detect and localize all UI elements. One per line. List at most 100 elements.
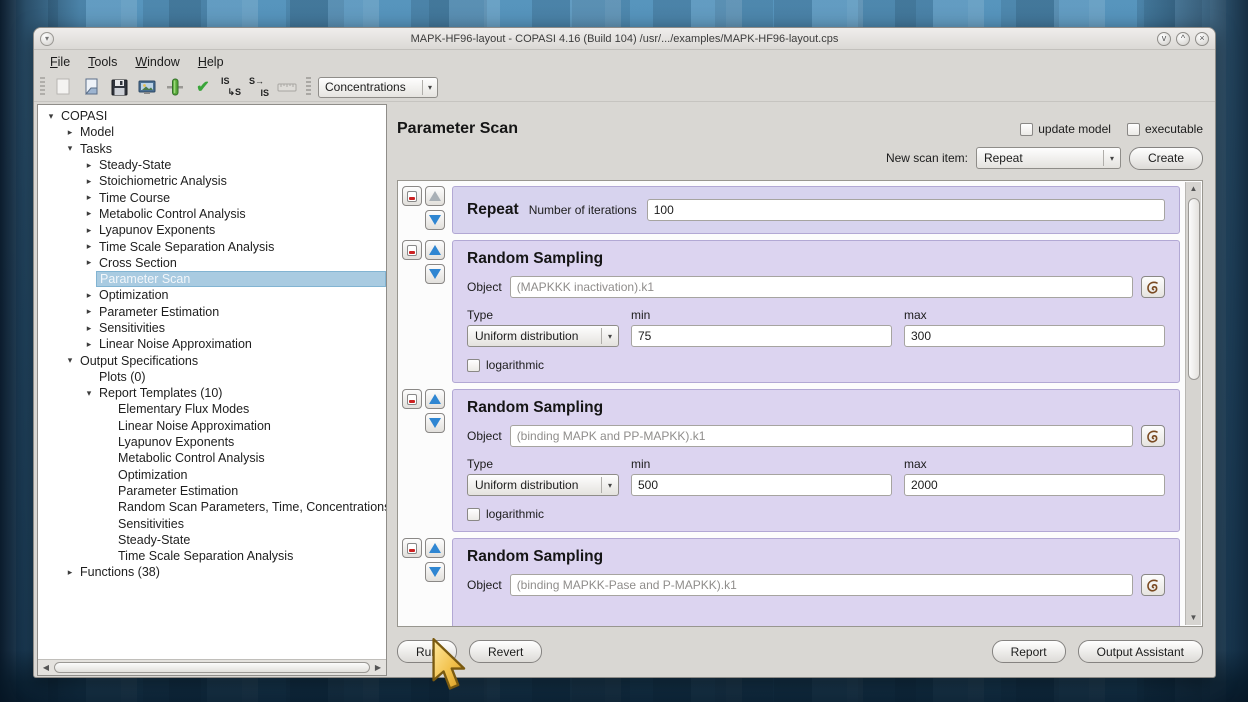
tree-item-copasi[interactable]: ▾COPASI bbox=[38, 108, 386, 124]
tree-item-lyapunov-exponents[interactable]: Lyapunov Exponents bbox=[38, 434, 386, 450]
export-image-icon[interactable] bbox=[135, 76, 159, 98]
scroll-down-icon[interactable]: ▼ bbox=[1190, 611, 1198, 625]
move-up-button[interactable] bbox=[425, 538, 445, 558]
maximize-button[interactable]: ^ bbox=[1176, 32, 1190, 46]
convert-is-to-s-icon[interactable]: IS ↳S bbox=[219, 76, 243, 98]
object-picker-button[interactable] bbox=[1141, 276, 1165, 298]
tree-item-plots-0[interactable]: Plots (0) bbox=[38, 369, 386, 385]
iterations-input[interactable] bbox=[647, 199, 1165, 221]
max-input[interactable] bbox=[904, 474, 1165, 496]
object-input[interactable] bbox=[510, 425, 1133, 447]
remove-item-button[interactable] bbox=[402, 240, 422, 260]
scrollbar-thumb[interactable] bbox=[1188, 198, 1200, 380]
tree-item-lyapunov-exponents[interactable]: ▸Lyapunov Exponents bbox=[38, 222, 386, 238]
tree-item-functions-38[interactable]: ▸Functions (38) bbox=[38, 564, 386, 580]
tree-item-linear-noise-approximation[interactable]: ▸Linear Noise Approximation bbox=[38, 336, 386, 352]
tree-item-model[interactable]: ▸Model bbox=[38, 124, 386, 140]
tree-item-parameter-estimation[interactable]: Parameter Estimation bbox=[38, 483, 386, 499]
distribution-select[interactable]: Uniform distribution ▾ bbox=[467, 474, 619, 496]
shade-button[interactable]: v bbox=[1157, 32, 1171, 46]
remove-item-button[interactable] bbox=[402, 538, 422, 558]
tree-item-time-scale-separation-analysis[interactable]: ▸Time Scale Separation Analysis bbox=[38, 238, 386, 254]
scroll-up-icon[interactable]: ▲ bbox=[1190, 182, 1198, 196]
output-assistant-button[interactable]: Output Assistant bbox=[1078, 640, 1203, 663]
scroll-right-icon[interactable]: ▶ bbox=[372, 663, 384, 672]
view-mode-select[interactable]: Concentrations ▾ bbox=[318, 77, 438, 98]
remove-item-button[interactable] bbox=[402, 389, 422, 409]
tree-item-linear-noise-approximation[interactable]: Linear Noise Approximation bbox=[38, 418, 386, 434]
menu-help[interactable]: Help bbox=[190, 53, 232, 71]
object-picker-button[interactable] bbox=[1141, 574, 1165, 596]
scan-vertical-scrollbar[interactable]: ▲ ▼ bbox=[1185, 182, 1201, 625]
move-up-button[interactable] bbox=[425, 186, 445, 206]
collapse-arrow-icon[interactable]: ▾ bbox=[63, 355, 77, 366]
checkbox-icon[interactable] bbox=[1020, 123, 1033, 136]
tree-item-random-scan-parameters-time-concentrations[interactable]: Random Scan Parameters, Time, Concentrat… bbox=[38, 499, 386, 515]
expand-arrow-icon[interactable]: ▸ bbox=[82, 176, 96, 187]
create-button[interactable]: Create bbox=[1129, 147, 1203, 170]
save-icon[interactable] bbox=[107, 76, 131, 98]
max-input[interactable] bbox=[904, 325, 1165, 347]
tree-item-metabolic-control-analysis[interactable]: ▸Metabolic Control Analysis bbox=[38, 206, 386, 222]
checkbox-icon[interactable] bbox=[467, 508, 480, 521]
new-scan-item-select[interactable]: Repeat ▾ bbox=[976, 147, 1121, 169]
tree-item-optimization[interactable]: ▸Optimization bbox=[38, 287, 386, 303]
tree-item-parameter-estimation[interactable]: ▸Parameter Estimation bbox=[38, 304, 386, 320]
tree-item-optimization[interactable]: Optimization bbox=[38, 467, 386, 483]
min-input[interactable] bbox=[631, 474, 892, 496]
remove-item-button[interactable] bbox=[402, 186, 422, 206]
scrollbar-thumb[interactable] bbox=[54, 662, 370, 673]
revert-button[interactable]: Revert bbox=[469, 640, 542, 663]
checkbox-icon[interactable] bbox=[1127, 123, 1140, 136]
tree-item-steady-state[interactable]: Steady-State bbox=[38, 532, 386, 548]
new-file-icon[interactable] bbox=[51, 76, 75, 98]
tree-item-report-templates-10[interactable]: ▾Report Templates (10) bbox=[38, 385, 386, 401]
report-button[interactable]: Report bbox=[992, 640, 1066, 663]
slider-icon[interactable] bbox=[163, 76, 187, 98]
tree-item-cross-section[interactable]: ▸Cross Section bbox=[38, 255, 386, 271]
expand-arrow-icon[interactable]: ▸ bbox=[82, 306, 96, 317]
move-up-button[interactable] bbox=[425, 389, 445, 409]
collapse-arrow-icon[interactable]: ▾ bbox=[63, 143, 77, 154]
tree-item-output-specifications[interactable]: ▾Output Specifications bbox=[38, 352, 386, 368]
checkbox-icon[interactable] bbox=[467, 359, 480, 372]
collapse-arrow-icon[interactable]: ▾ bbox=[82, 388, 96, 399]
expand-arrow-icon[interactable]: ▸ bbox=[82, 241, 96, 252]
expand-arrow-icon[interactable]: ▸ bbox=[82, 208, 96, 219]
titlebar[interactable]: ▾ MAPK-HF96-layout - COPASI 4.16 (Build … bbox=[34, 28, 1215, 50]
min-input[interactable] bbox=[631, 325, 892, 347]
tree-item-elementary-flux-modes[interactable]: Elementary Flux Modes bbox=[38, 401, 386, 417]
check-icon[interactable]: ✔ bbox=[191, 76, 215, 98]
move-down-button[interactable] bbox=[425, 413, 445, 433]
tree-item-time-scale-separation-analysis[interactable]: Time Scale Separation Analysis bbox=[38, 548, 386, 564]
update-model-checkbox[interactable]: update model bbox=[1020, 122, 1111, 136]
ruler-icon[interactable] bbox=[275, 76, 299, 98]
expand-arrow-icon[interactable]: ▸ bbox=[82, 339, 96, 350]
object-picker-button[interactable] bbox=[1141, 425, 1165, 447]
move-up-button[interactable] bbox=[425, 240, 445, 260]
menu-file[interactable]: File bbox=[42, 53, 78, 71]
scroll-left-icon[interactable]: ◀ bbox=[40, 663, 52, 672]
tree-item-sensitivities[interactable]: ▸Sensitivities bbox=[38, 320, 386, 336]
tree-item-sensitivities[interactable]: Sensitivities bbox=[38, 515, 386, 531]
expand-arrow-icon[interactable]: ▸ bbox=[82, 160, 96, 171]
tree-item-metabolic-control-analysis[interactable]: Metabolic Control Analysis bbox=[38, 450, 386, 466]
expand-arrow-icon[interactable]: ▸ bbox=[82, 192, 96, 203]
expand-arrow-icon[interactable]: ▸ bbox=[63, 127, 77, 138]
tree-horizontal-scrollbar[interactable]: ◀ ▶ bbox=[38, 659, 386, 675]
tree-item-steady-state[interactable]: ▸Steady-State bbox=[38, 157, 386, 173]
open-file-icon[interactable] bbox=[79, 76, 103, 98]
executable-checkbox[interactable]: executable bbox=[1127, 122, 1203, 136]
tree-item-tasks[interactable]: ▾Tasks bbox=[38, 141, 386, 157]
logarithmic-checkbox[interactable]: logarithmic bbox=[467, 507, 1165, 521]
move-down-button[interactable] bbox=[425, 210, 445, 230]
move-down-button[interactable] bbox=[425, 562, 445, 582]
tree-item-time-course[interactable]: ▸Time Course bbox=[38, 189, 386, 205]
convert-s-to-is-icon[interactable]: S→ IS bbox=[247, 76, 271, 98]
expand-arrow-icon[interactable]: ▸ bbox=[63, 567, 77, 578]
distribution-select[interactable]: Uniform distribution ▾ bbox=[467, 325, 619, 347]
menu-window[interactable]: Window bbox=[127, 53, 187, 71]
tree-item-parameter-scan[interactable]: Parameter Scan bbox=[38, 271, 386, 287]
expand-arrow-icon[interactable]: ▸ bbox=[82, 257, 96, 268]
object-input[interactable] bbox=[510, 276, 1133, 298]
